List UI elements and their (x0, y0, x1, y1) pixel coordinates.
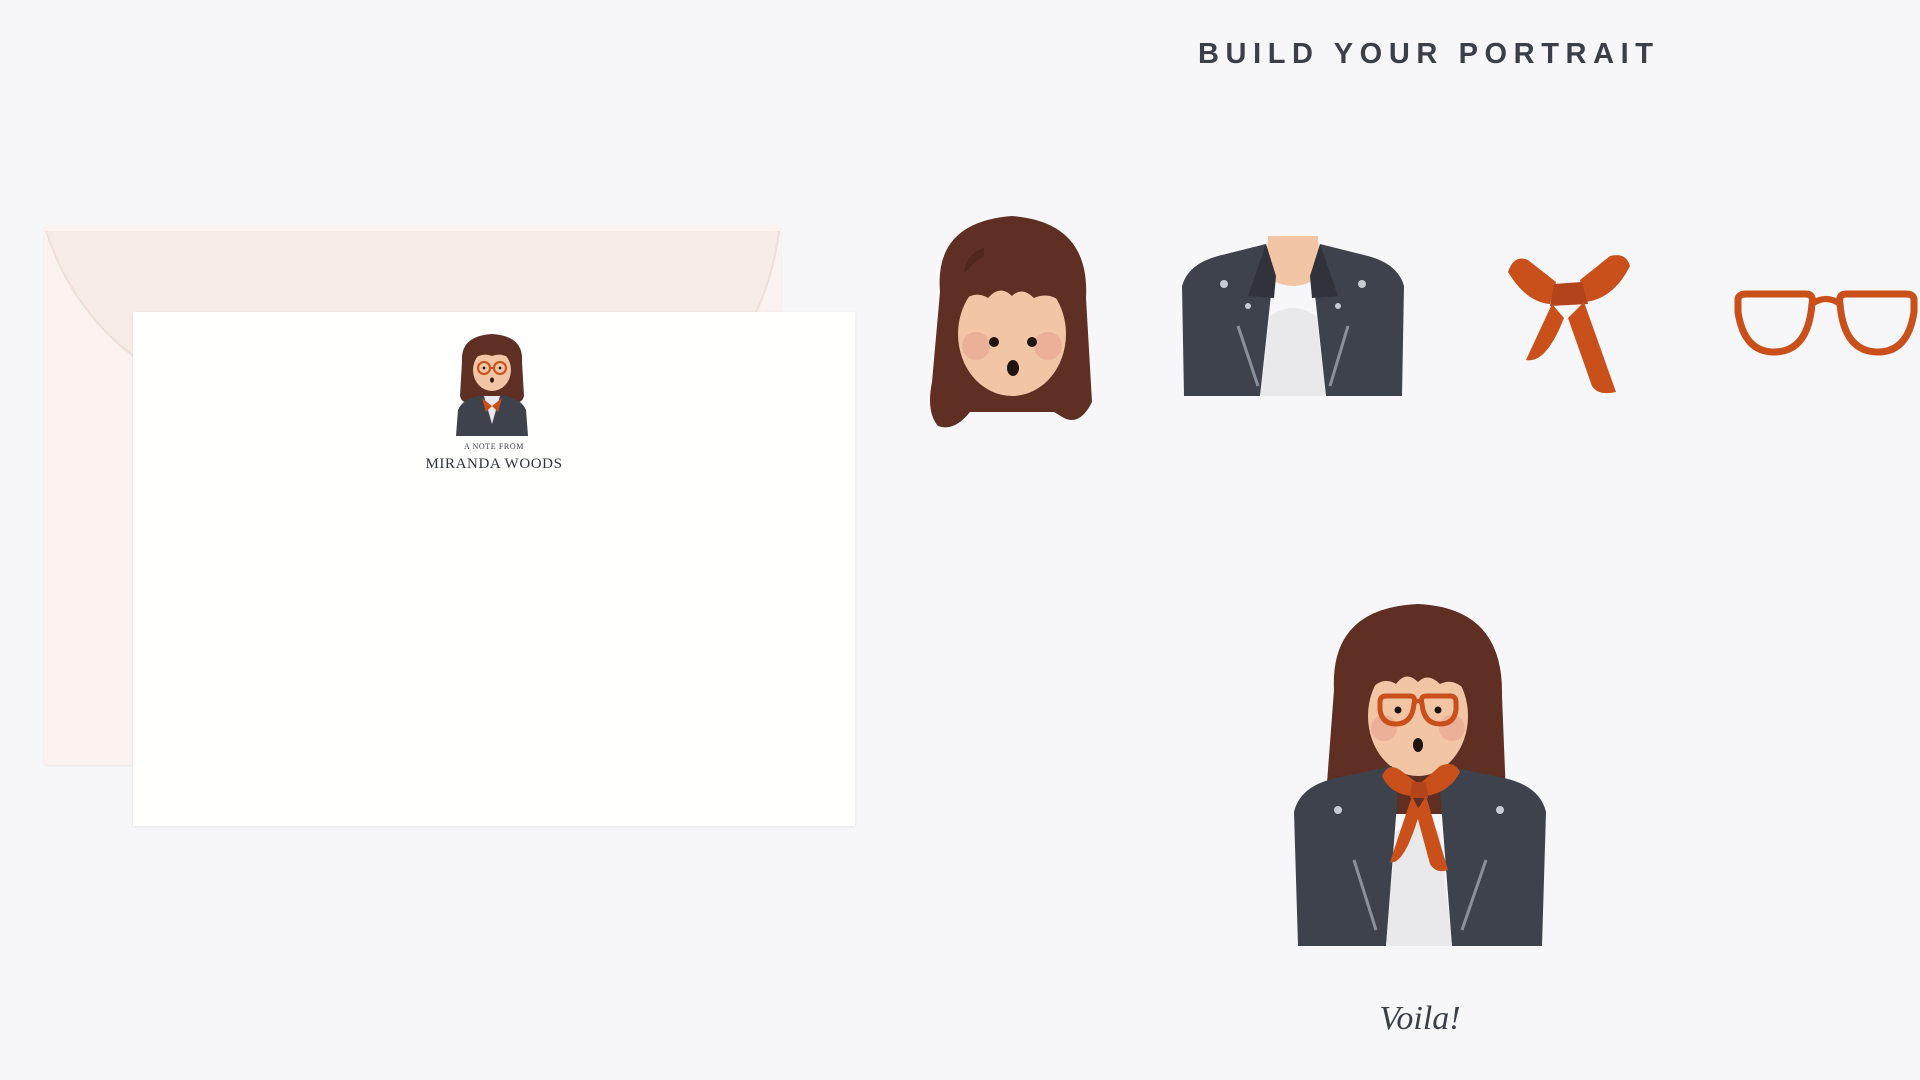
assembled-portrait-icon (1294, 604, 1546, 946)
headline: BUILD YOUR PORTRAIT (1198, 38, 1660, 70)
glasses-icon[interactable] (1734, 286, 1918, 358)
hair-icon[interactable] (924, 212, 1100, 434)
scarf-icon[interactable] (1506, 252, 1632, 396)
notecard: A NOTE FROM MIRANDA WOODS (133, 312, 855, 826)
note-name: MIRANDA WOODS (425, 456, 563, 472)
note-from-label: A NOTE FROM (464, 442, 524, 451)
caption: Voila! (1379, 1000, 1461, 1037)
jacket-icon[interactable] (1178, 236, 1408, 402)
mini-portrait-icon (456, 334, 528, 436)
